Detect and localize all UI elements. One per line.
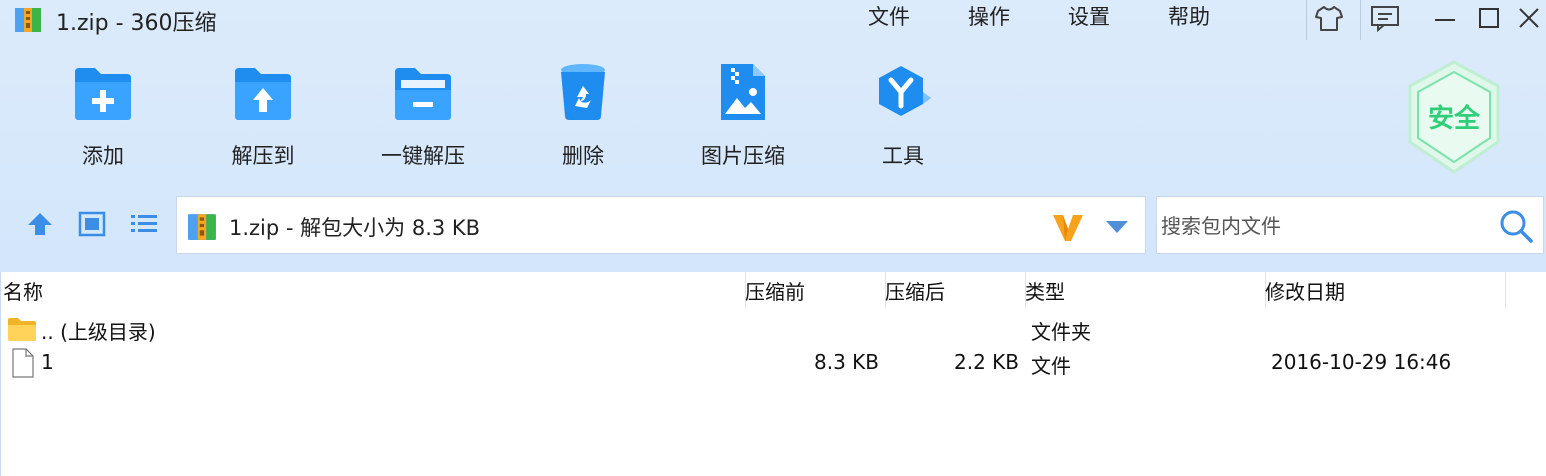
menu-settings[interactable]: 设置: [1068, 1, 1110, 31]
menu-help[interactable]: 帮助: [1168, 1, 1210, 31]
close-icon[interactable]: [1510, 0, 1546, 36]
archive-icon: [188, 214, 216, 240]
search-input[interactable]: [1157, 197, 1493, 255]
skin-icon[interactable]: [1310, 0, 1348, 36]
column-divider[interactable]: [1505, 272, 1506, 308]
message-icon: [1371, 6, 1399, 32]
folder-open-icon: [395, 68, 451, 120]
tools-label: 工具: [882, 144, 924, 168]
delete-button[interactable]: 删除: [523, 62, 643, 174]
row-type: 文件: [1031, 354, 1071, 378]
address-bar[interactable]: 1.zip - 解包大小为 8.3 KB: [176, 196, 1146, 254]
dropdown-arrow-icon[interactable]: [1103, 217, 1131, 237]
row-type: 文件夹: [1031, 320, 1091, 344]
minimize-icon[interactable]: [1426, 0, 1464, 36]
security-badge[interactable]: 安全: [1406, 60, 1502, 176]
v-logo-icon[interactable]: [1051, 211, 1085, 243]
list-view-icon: [131, 215, 157, 232]
row-size-before: 8.3 KB: [814, 350, 879, 374]
thumbnail-view-button[interactable]: [76, 208, 108, 240]
add-label: 添加: [82, 144, 124, 168]
one-click-extract-label: 一键解压: [381, 144, 465, 168]
row-name: .. (上级目录): [41, 320, 156, 344]
app-chrome: 1.zip - 360压缩 文件 操作 设置 帮助 添加 解压到 一键解压 删除…: [0, 0, 1546, 272]
column-header-modified[interactable]: 修改日期: [1265, 272, 1505, 308]
tshirt-icon: [1315, 6, 1343, 31]
table-row-parent[interactable]: .. (上级目录) 文件夹: [1, 312, 1546, 346]
search-icon[interactable]: [1497, 207, 1535, 245]
menu-operate[interactable]: 操作: [968, 1, 1010, 31]
list-view-button[interactable]: [128, 208, 160, 240]
extract-to-label: 解压到: [231, 144, 295, 168]
divider: [1306, 0, 1307, 40]
security-badge-label: 安全: [1427, 104, 1480, 134]
divider: [1360, 0, 1361, 40]
tools-icon: [879, 66, 931, 116]
maximize-icon[interactable]: [1470, 0, 1508, 36]
column-header-type[interactable]: 类型: [1025, 272, 1263, 308]
window-title: 1.zip - 360压缩: [56, 11, 217, 36]
extract-to-button[interactable]: 解压到: [203, 62, 323, 174]
delete-label: 删除: [562, 144, 604, 168]
one-click-extract-button[interactable]: 一键解压: [363, 62, 483, 174]
address-text: 1.zip - 解包大小为 8.3 KB: [229, 216, 481, 240]
menu-file[interactable]: 文件: [868, 1, 910, 31]
title-bar: 1.zip - 360压缩 文件 操作 设置 帮助: [0, 0, 1546, 40]
arrow-up-icon: [28, 213, 52, 235]
feedback-icon[interactable]: [1366, 0, 1404, 36]
column-header-name[interactable]: 名称: [3, 272, 743, 308]
search-box[interactable]: [1156, 196, 1544, 255]
thumbnail-view-icon: [78, 211, 106, 237]
row-size-after: 2.2 KB: [954, 350, 1019, 374]
column-header-after[interactable]: 压缩后: [885, 272, 1023, 308]
up-button[interactable]: [24, 208, 56, 240]
column-header-before[interactable]: 压缩前: [745, 272, 883, 308]
image-compress-label: 图片压缩: [701, 144, 785, 168]
row-name: 1: [41, 350, 54, 374]
image-compress-button[interactable]: 图片压缩: [683, 62, 803, 174]
archive-app-icon: [15, 8, 41, 32]
tools-button[interactable]: 工具: [843, 62, 963, 174]
file-icon: [12, 348, 34, 378]
add-button[interactable]: 添加: [43, 62, 163, 174]
recycle-bin-icon: [561, 64, 605, 120]
table-row[interactable]: 1 8.3 KB 2.2 KB 文件 2016-10-29 16:46: [1, 346, 1546, 380]
file-list: 名称 压缩前 压缩后 类型 修改日期 .. (上级目录) 文件夹 1 8.3 K…: [0, 272, 1546, 476]
folder-icon: [8, 318, 36, 341]
row-modified: 2016-10-29 16:46: [1271, 350, 1452, 374]
folder-extract-icon: [235, 68, 291, 120]
image-compress-icon: [721, 64, 765, 120]
folder-add-icon: [75, 68, 131, 120]
